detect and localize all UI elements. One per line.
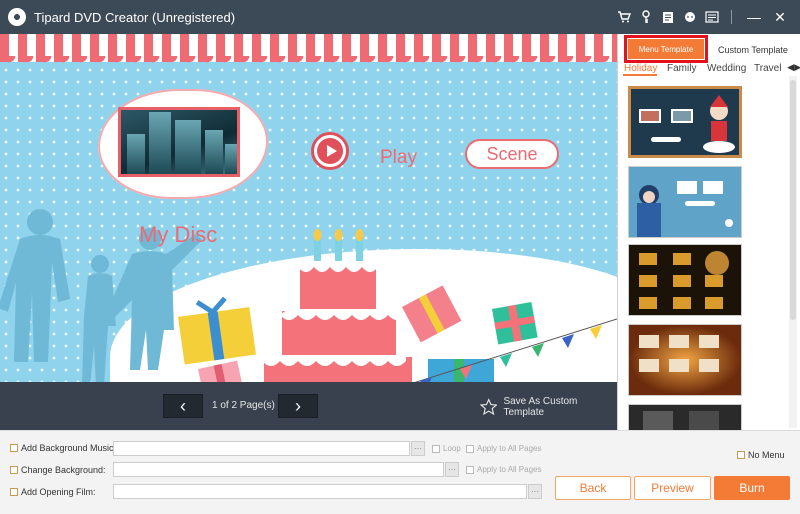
background-apply-all-option[interactable]: Apply to All Pages <box>466 465 541 474</box>
category-travel[interactable]: Travel <box>754 63 781 74</box>
prev-page-button[interactable]: ‹ <box>163 394 203 418</box>
loop-label: Loop <box>443 444 461 453</box>
background-music-checkbox[interactable] <box>10 444 18 452</box>
background-music-label: Add Background Music: <box>21 443 117 453</box>
title-bar: Tipard DVD Creator (Unregistered) — ✕ <box>0 0 800 34</box>
autumn-template-art <box>629 325 741 395</box>
background-music-option[interactable]: Add Background Music: <box>10 443 116 453</box>
template-thumbnail-dark[interactable] <box>628 404 742 430</box>
title-bar-icons: — ✕ <box>613 0 800 34</box>
play-button[interactable] <box>311 132 349 170</box>
opening-film-label: Add Opening Film: <box>21 487 96 497</box>
music-apply-all-option[interactable]: Apply to All Pages <box>466 444 541 453</box>
dark-template-art <box>629 405 741 430</box>
options-panel: Add Background Music: ··· Loop Apply to … <box>0 430 800 514</box>
scene-button[interactable]: Scene <box>465 139 559 169</box>
key-icon[interactable] <box>636 7 656 27</box>
highlight-box <box>624 35 708 63</box>
category-scroll-arrows[interactable]: ◀▶ <box>787 62 800 73</box>
opening-film-option[interactable]: Add Opening Film: <box>10 487 96 497</box>
chat-icon[interactable] <box>680 7 700 27</box>
template-tabs: Menu Template Custom Template <box>618 34 800 63</box>
music-apply-all-label: Apply to All Pages <box>477 444 542 453</box>
menu-icon[interactable] <box>702 7 722 27</box>
save-custom-template-label: Save As Custom Template <box>503 396 578 418</box>
preview-button[interactable]: Preview <box>634 476 711 500</box>
burn-button[interactable]: Burn <box>714 476 790 500</box>
category-family[interactable]: Family <box>667 63 696 74</box>
no-menu-checkbox[interactable] <box>737 451 745 459</box>
no-menu-label: No Menu <box>748 450 785 460</box>
app-window: Tipard DVD Creator (Unregistered) — ✕ Pl… <box>0 0 800 514</box>
minimize-button[interactable]: — <box>742 6 766 28</box>
back-button[interactable]: Back <box>555 476 631 500</box>
category-active-underline <box>623 74 657 76</box>
menu-preview: Play Scene My Disc <box>0 34 617 382</box>
birthday-cake-illustration <box>178 229 617 382</box>
play-icon <box>317 138 343 164</box>
app-logo-icon <box>8 8 26 26</box>
background-music-browse-button[interactable]: ··· <box>411 441 425 456</box>
template-panel: Menu Template Custom Template Holiday Fa… <box>617 34 800 430</box>
opening-film-browse-button[interactable]: ··· <box>528 484 542 499</box>
cart-icon[interactable] <box>614 7 634 27</box>
template-thumbnail-autumn[interactable] <box>628 324 742 396</box>
background-apply-all-checkbox[interactable] <box>466 465 474 474</box>
document-icon[interactable] <box>658 7 678 27</box>
preview-navigation-bar: ‹ 1 of 2 Page(s) › Save As Custom Templa… <box>0 382 617 430</box>
loop-checkbox[interactable] <box>432 444 440 453</box>
category-holiday[interactable]: Holiday <box>624 63 657 74</box>
tab-custom-template[interactable]: Custom Template <box>718 45 788 55</box>
christmas-template-art <box>631 89 739 155</box>
title-bar-separator <box>731 10 732 24</box>
page-indicator: 1 of 2 Page(s) <box>212 400 275 411</box>
template-thumbnail-winter[interactable] <box>628 166 742 238</box>
halloween-template-art <box>629 245 741 315</box>
music-apply-all-checkbox[interactable] <box>466 444 474 453</box>
scene-thumbnail-image[interactable] <box>118 107 240 177</box>
winter-template-art <box>629 167 741 237</box>
background-music-field[interactable] <box>113 441 410 456</box>
close-button[interactable]: ✕ <box>768 6 792 28</box>
change-background-browse-button[interactable]: ··· <box>445 462 459 477</box>
window-title: Tipard DVD Creator (Unregistered) <box>34 9 236 25</box>
awning-scallop <box>0 56 617 68</box>
change-background-checkbox[interactable] <box>10 466 18 474</box>
loop-option[interactable]: Loop <box>432 444 461 453</box>
change-background-option[interactable]: Change Background: <box>10 465 106 475</box>
change-background-field[interactable] <box>113 462 444 477</box>
save-custom-template-button[interactable]: Save As Custom Template <box>480 396 617 418</box>
opening-film-field[interactable] <box>113 484 527 499</box>
star-icon <box>480 398 498 416</box>
template-scrollbar-thumb[interactable] <box>790 80 796 320</box>
template-thumbnail-christmas[interactable] <box>628 86 742 158</box>
template-list <box>628 86 743 430</box>
play-label[interactable]: Play <box>380 147 417 169</box>
change-background-label: Change Background: <box>21 465 106 475</box>
opening-film-checkbox[interactable] <box>10 488 18 496</box>
template-thumbnail-halloween[interactable] <box>628 244 742 316</box>
category-wedding[interactable]: Wedding <box>707 63 746 74</box>
background-apply-all-label: Apply to All Pages <box>477 465 542 474</box>
next-page-button[interactable]: › <box>278 394 318 418</box>
no-menu-option[interactable]: No Menu <box>737 450 785 460</box>
